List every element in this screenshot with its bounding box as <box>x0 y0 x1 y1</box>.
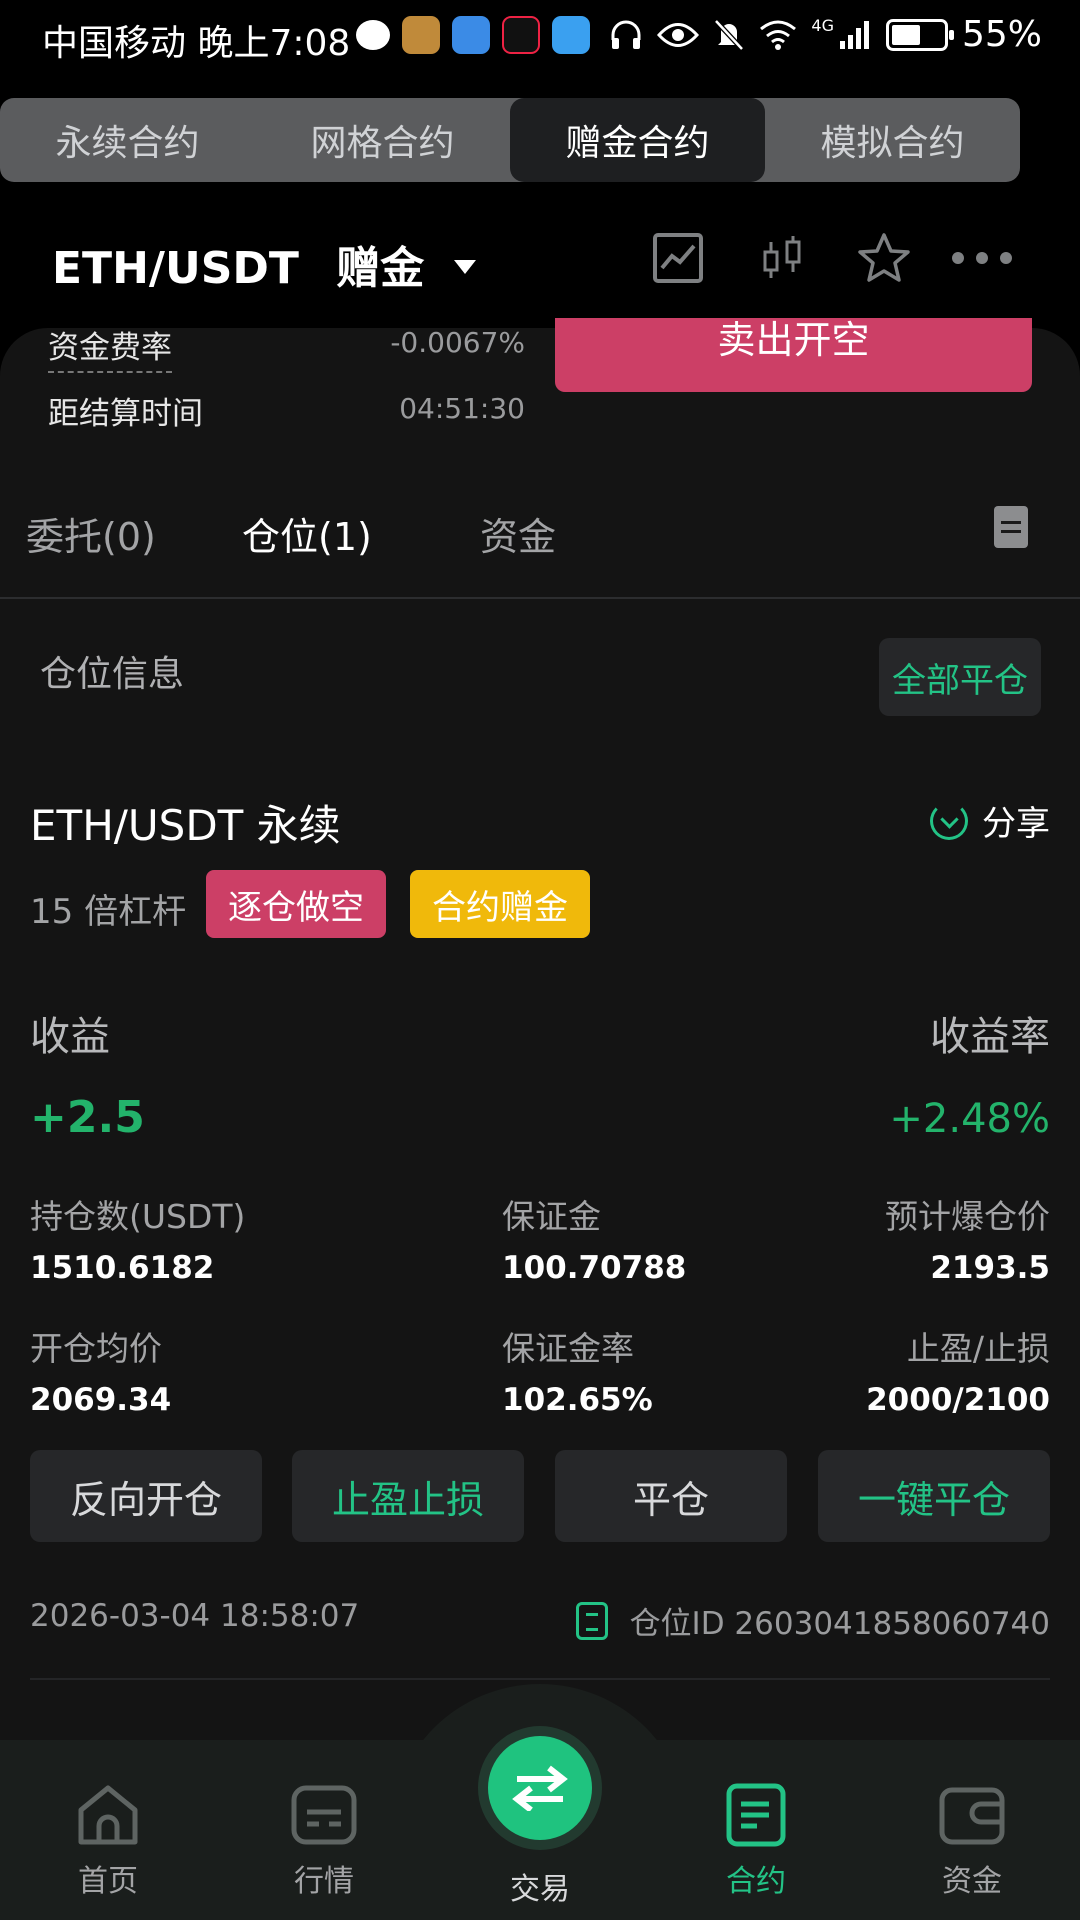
reverse-open-button[interactable]: 反向开仓 <box>30 1450 262 1542</box>
entry-price-value: 2069.34 <box>30 1382 172 1418</box>
margin-ratio-label: 保证金率 <box>502 1329 634 1368</box>
network-type: 4G <box>811 16 834 35</box>
funding-rate-label[interactable]: 资金费率 <box>48 322 172 373</box>
home-icon <box>78 1785 138 1845</box>
battery-icon <box>885 18 954 51</box>
leverage-text: 15 倍杠杆 <box>30 892 187 932</box>
browser-app-icon <box>452 16 490 54</box>
headphones-icon <box>611 20 641 49</box>
game-app-icon <box>402 16 440 54</box>
caret-down-icon <box>453 260 476 274</box>
position-info-title: 仓位信息 <box>40 654 185 695</box>
pair-name: ETH/USDT <box>52 243 299 294</box>
pnl-label: 收益 <box>30 1014 110 1060</box>
tp-sl-value: 2000/2100 <box>866 1382 1050 1418</box>
settlement-countdown: 04:51:30 <box>399 392 525 425</box>
nav-trade-label[interactable]: 交易 <box>470 1864 610 1908</box>
margin-ratio-value: 102.65% <box>502 1382 653 1418</box>
position-contract-name: ETH/USDT 永续 <box>30 801 341 850</box>
tab-funds[interactable]: 资金 <box>480 506 556 561</box>
sell-short-label: 卖出开空 <box>717 318 870 362</box>
margin-label: 保证金 <box>502 1197 601 1236</box>
battery-level: 55% <box>961 14 1042 55</box>
pnl-value: +2.5 <box>30 1092 145 1143</box>
more-icon[interactable] <box>950 228 1014 288</box>
tp-sl-button[interactable]: 止盈止损 <box>292 1450 524 1542</box>
margin-value: 100.70788 <box>502 1250 687 1286</box>
candlestick-icon[interactable] <box>752 228 812 288</box>
divider <box>30 1678 1050 1680</box>
nav-home[interactable]: 首页 <box>38 1782 178 1900</box>
liquidation-price-label: 预计爆仓价 <box>885 1197 1050 1236</box>
nav-wallet-label: 资金 <box>942 1864 1002 1899</box>
tab-grid[interactable]: 网格合约 <box>255 98 510 182</box>
sell-short-button[interactable]: 卖出开空 <box>555 318 1032 392</box>
nav-market-label: 行情 <box>294 1864 354 1899</box>
weather-app-icon <box>552 16 590 54</box>
swap-icon <box>512 1765 568 1811</box>
tab-demo[interactable]: 模拟合约 <box>765 98 1020 182</box>
nav-contract-label: 合约 <box>726 1864 786 1899</box>
copy-icon[interactable] <box>575 1601 608 1640</box>
close-position-button[interactable]: 平仓 <box>555 1450 787 1542</box>
tab-bonus[interactable]: 赠金合约 <box>510 98 765 182</box>
pnl-rate-value: +2.48% <box>889 1096 1050 1142</box>
wechat-icon <box>356 20 390 50</box>
pnl-rate-label: 收益率 <box>930 1014 1050 1060</box>
liquidation-price-value: 2193.5 <box>930 1250 1050 1286</box>
carrier-time: 中国移动 晚上7:08 <box>42 23 351 64</box>
divider <box>0 597 1080 599</box>
position-size-value: 1510.6182 <box>30 1250 215 1286</box>
entry-price-label: 开仓均价 <box>30 1329 162 1368</box>
tp-sl-label: 止盈/止损 <box>906 1329 1050 1368</box>
status-bar: 中国移动 晚上7:08 4G 55% <box>0 0 1080 78</box>
contract-type-tabs: 永续合约 网格合约 赠金合约 模拟合约 <box>0 98 1020 182</box>
funding-rate-value: -0.0067% <box>390 326 525 359</box>
trade-button[interactable] <box>488 1736 592 1840</box>
nav-market[interactable]: 行情 <box>254 1782 394 1900</box>
notification-icons <box>356 16 590 54</box>
star-icon[interactable] <box>854 228 914 288</box>
bonus-tag: 合约赠金 <box>410 870 590 938</box>
one-click-close-button[interactable]: 一键平仓 <box>818 1450 1050 1542</box>
settlement-label: 距结算时间 <box>48 396 203 432</box>
wifi-icon <box>760 20 797 50</box>
tab-perpetual[interactable]: 永续合约 <box>0 98 255 182</box>
wallet-icon <box>939 1787 1005 1845</box>
position-id[interactable]: 仓位ID 2603041858060740 <box>575 1598 1050 1643</box>
share-label: 分享 <box>982 804 1050 844</box>
system-status: 4G 55% <box>609 14 1042 55</box>
nav-home-label: 首页 <box>78 1864 138 1899</box>
open-time: 2026-03-04 18:58:07 <box>30 1598 360 1634</box>
share-icon <box>930 801 968 840</box>
eye-icon <box>657 22 700 47</box>
market-icon <box>291 1785 357 1845</box>
list-icon[interactable] <box>994 506 1028 548</box>
signal-icon <box>839 20 869 49</box>
close-all-button[interactable]: 全部平仓 <box>879 638 1041 716</box>
pair-mode: 赠金 <box>336 243 425 294</box>
position-size-label: 持仓数(USDT) <box>30 1197 246 1236</box>
share-button[interactable]: 分享 <box>930 796 1050 845</box>
tab-orders[interactable]: 委托(0) <box>26 506 156 561</box>
position-id-text: 仓位ID 2603041858060740 <box>629 1606 1050 1642</box>
direction-tag: 逐仓做空 <box>206 870 386 938</box>
tab-positions[interactable]: 仓位(1) <box>242 506 372 561</box>
nav-wallet[interactable]: 资金 <box>902 1782 1042 1900</box>
chart-icon[interactable] <box>648 228 708 288</box>
nav-contract[interactable]: 合约 <box>686 1782 826 1900</box>
pair-selector[interactable]: ETH/USDT 赠金 <box>52 232 476 296</box>
tiktok-icon <box>502 16 540 54</box>
contract-icon <box>726 1783 786 1847</box>
mute-bell-icon <box>714 18 745 51</box>
